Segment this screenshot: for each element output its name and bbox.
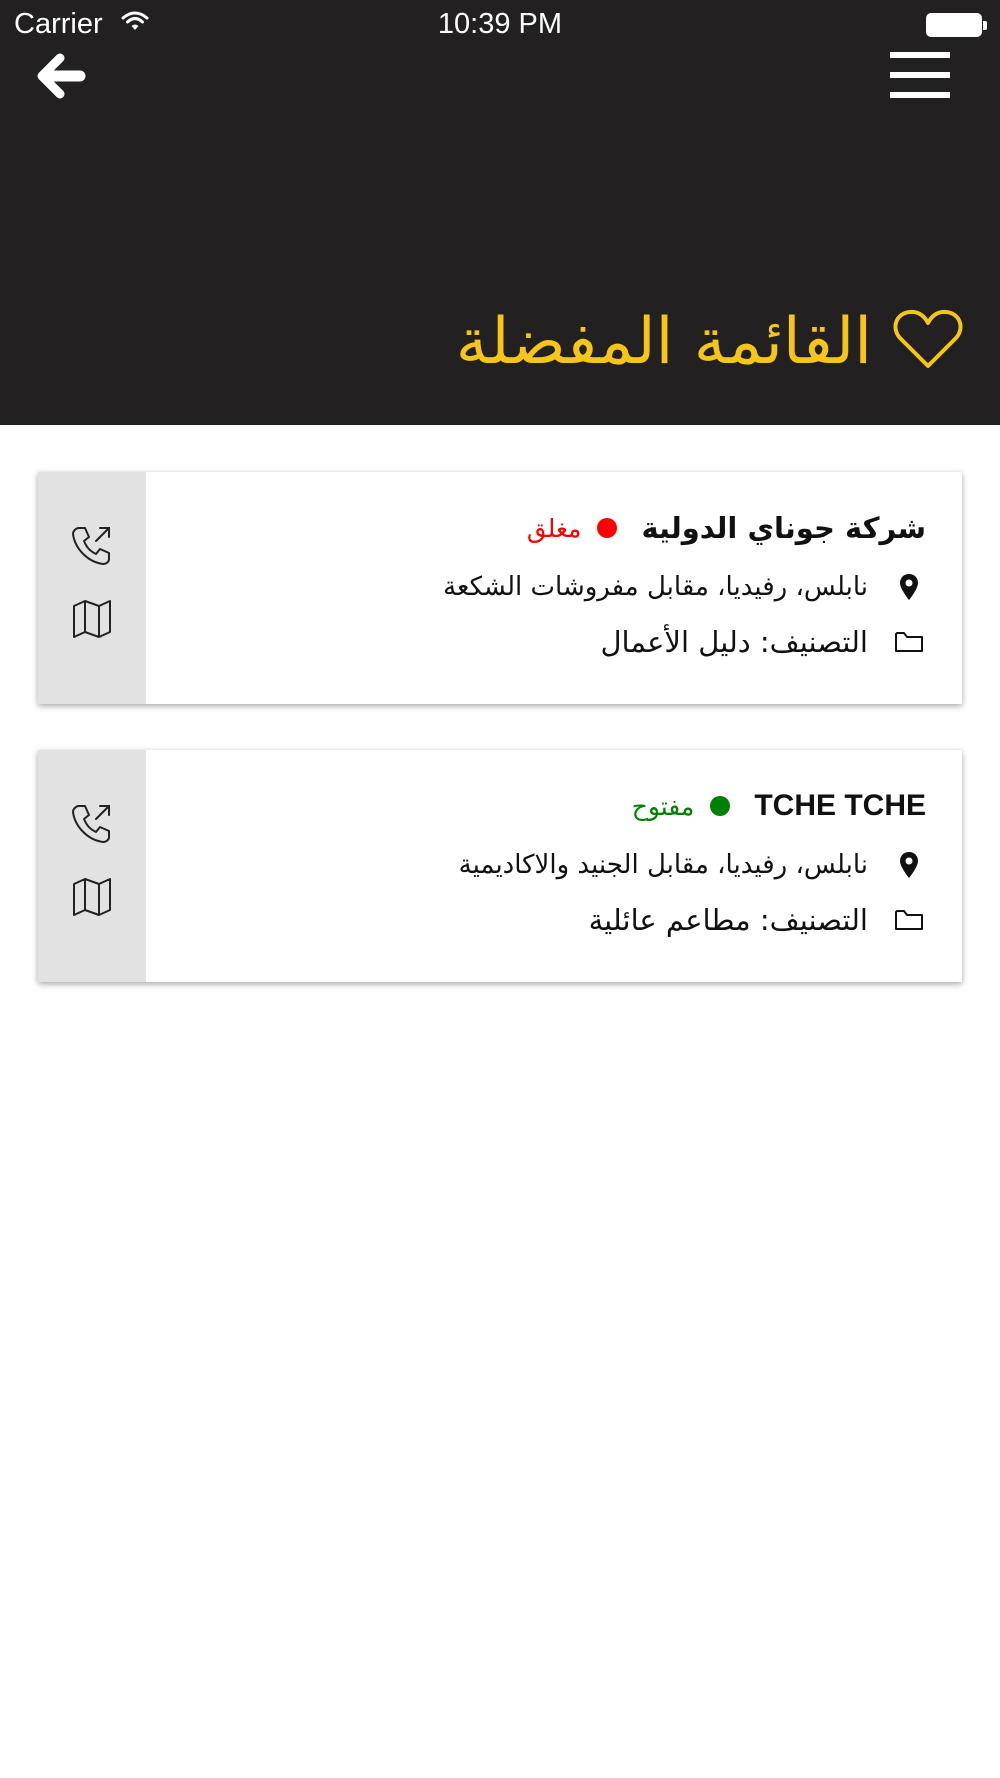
- battery-icon: [926, 13, 987, 37]
- category-row: التصنيف: دليل الأعمال: [600, 622, 926, 662]
- status-text: مغلق: [526, 513, 582, 543]
- card-actions: [38, 750, 146, 982]
- folder-icon: [892, 625, 926, 659]
- card-actions: [38, 472, 146, 704]
- phone-call-icon[interactable]: [69, 522, 115, 568]
- business-address: نابلس، رفيديا، مقابل مفروشات الشكعة: [443, 572, 868, 602]
- address-row: نابلس، رفيديا، مقابل مفروشات الشكعة: [443, 567, 926, 607]
- title-row: القائمة المفضلة: [456, 292, 964, 392]
- favorite-card[interactable]: TCHE TCHE مفتوح نابلس، رفيديا، مقابل الج…: [38, 750, 962, 982]
- favorite-card[interactable]: شركة جوناي الدولية مغلق نابلس، رفيديا، م…: [38, 472, 962, 704]
- phone-call-icon[interactable]: [69, 800, 115, 846]
- status-indicator: [710, 796, 731, 816]
- location-pin-icon: [892, 848, 926, 882]
- clock-time: 10:39 PM: [437, 8, 563, 40]
- business-name: TCHE TCHE: [754, 789, 926, 822]
- business-address: نابلس، رفيديا، مقابل الجنيد والاكاديمية: [458, 850, 868, 880]
- business-category: التصنيف: مطاعم عائلية: [588, 903, 868, 937]
- address-row: نابلس، رفيديا، مقابل الجنيد والاكاديمية: [459, 845, 926, 885]
- business-category: التصنيف: دليل الأعمال: [600, 625, 868, 659]
- page-title: القائمة المفضلة: [455, 305, 872, 379]
- hamburger-menu-icon: [886, 50, 954, 102]
- map-icon[interactable]: [69, 596, 115, 642]
- folder-icon: [892, 903, 926, 937]
- back-button[interactable]: [34, 48, 90, 104]
- status-bar: Carrier 10:39 PM: [0, 0, 1000, 50]
- map-icon[interactable]: [69, 874, 115, 920]
- location-pin-icon: [892, 570, 926, 604]
- arrow-left-icon: [37, 53, 86, 99]
- card-body: شركة جوناي الدولية مغلق نابلس، رفيديا، م…: [146, 472, 962, 704]
- menu-button[interactable]: [886, 50, 954, 102]
- business-name: شركة جوناي الدولية: [641, 511, 926, 545]
- heart-outline-icon: [892, 308, 964, 376]
- status-text: مفتوح: [631, 791, 695, 821]
- name-row: TCHE TCHE مفتوح: [632, 784, 926, 828]
- card-body: TCHE TCHE مفتوح نابلس، رفيديا، مقابل الج…: [146, 750, 962, 982]
- category-row: التصنيف: مطاعم عائلية: [589, 900, 926, 940]
- status-indicator: [597, 518, 618, 538]
- header: Carrier 10:39 PM القائمة المفضلة: [0, 0, 1000, 425]
- name-row: شركة جوناي الدولية مغلق: [527, 506, 926, 550]
